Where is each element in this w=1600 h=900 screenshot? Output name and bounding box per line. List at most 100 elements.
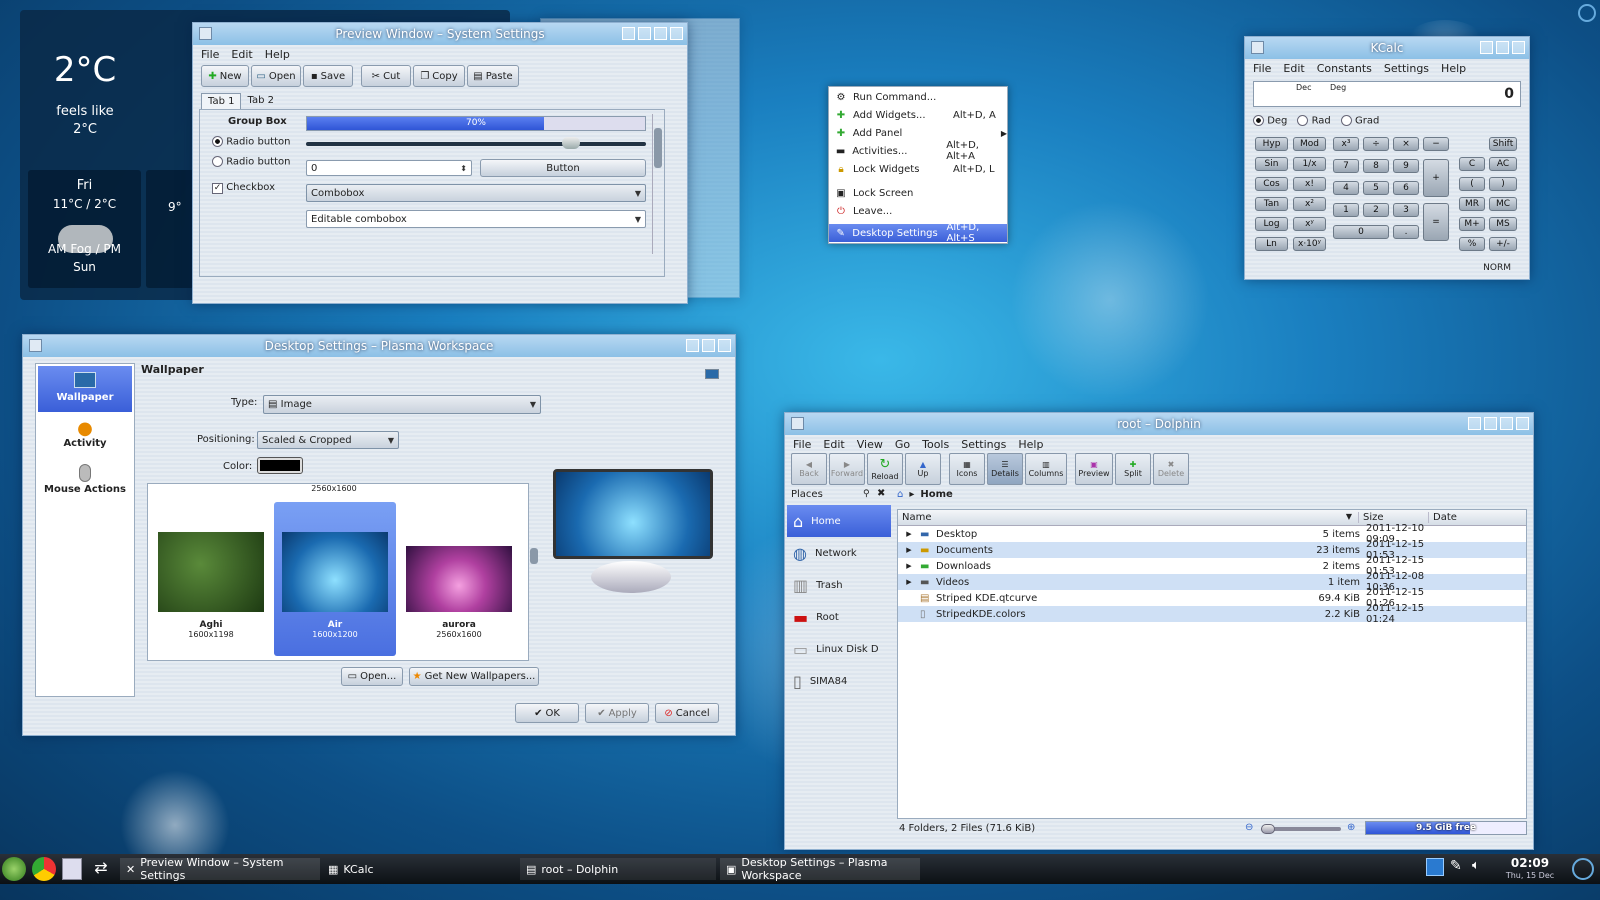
close-button[interactable] (718, 339, 731, 352)
key-mc[interactable]: MC (1489, 197, 1517, 211)
combobox[interactable]: Combobox ▼ (306, 184, 646, 202)
place-linux-disk[interactable]: ▭ Linux Disk D (787, 633, 891, 665)
date-column-header[interactable]: Date (1428, 512, 1524, 523)
menu-help[interactable]: Help (1018, 438, 1043, 451)
radio-deg[interactable]: Deg (1253, 115, 1287, 127)
title-bar[interactable]: Desktop Settings – Plasma Workspace (23, 335, 735, 357)
size-column-header[interactable]: Size (1358, 512, 1428, 523)
key-clear[interactable]: C (1459, 157, 1485, 171)
expand-arrow-icon[interactable]: ▶ (898, 546, 920, 554)
maximize-button[interactable] (654, 27, 667, 40)
sidebar-item-mouse-actions[interactable]: Mouse Actions (36, 460, 134, 506)
key-hyp[interactable]: Hyp (1255, 137, 1288, 151)
kcalc-window[interactable]: KCalc File Edit Constants Settings Help … (1244, 36, 1530, 280)
network-manager-icon[interactable]: ⇄ (90, 858, 112, 880)
preview-button[interactable]: ▣ Preview (1075, 453, 1113, 485)
up-button[interactable]: ▲ Up (905, 453, 941, 485)
delete-button[interactable]: ✖ Delete (1153, 453, 1189, 485)
menu-activities[interactable]: ▬ Activities... Alt+D, Alt+A (829, 140, 1007, 162)
key-divide[interactable]: ÷ (1363, 137, 1389, 151)
spin-arrows-icon[interactable]: ⬍ (460, 164, 467, 173)
task-preview-window[interactable]: ✕ Preview Window – System Settings (120, 856, 320, 882)
menu-help[interactable]: Help (1441, 62, 1466, 75)
key-3[interactable]: 3 (1393, 203, 1419, 217)
key-square[interactable]: x² (1293, 197, 1326, 211)
zoom-in-icon[interactable]: ⊕ (1347, 822, 1355, 833)
chrome-icon[interactable] (32, 857, 56, 881)
forward-button[interactable]: ▶ Forward (829, 453, 865, 485)
clipboard-tray-icon[interactable] (1426, 858, 1444, 876)
radio-button-1[interactable]: Radio button (212, 136, 290, 148)
volume-icon[interactable]: 🔈︎ (1472, 858, 1480, 873)
task-dolphin[interactable]: ▤ root – Dolphin (520, 858, 716, 880)
chevron-down-icon[interactable]: ▼ (635, 215, 641, 224)
tab-2[interactable]: Tab 2 (241, 93, 279, 109)
key-power[interactable]: xʸ (1293, 217, 1326, 231)
preview-window[interactable]: Preview Window – System Settings File Ed… (192, 22, 688, 304)
key-sin[interactable]: Sin (1255, 157, 1288, 171)
key-mr[interactable]: MR (1459, 197, 1485, 211)
title-bar[interactable]: KCalc (1245, 37, 1529, 59)
help-button[interactable] (622, 27, 635, 40)
key-2[interactable]: 2 (1363, 203, 1389, 217)
key-0[interactable]: 0 (1333, 225, 1389, 239)
get-new-wallpapers-button[interactable]: ★ Get New Wallpapers... (409, 667, 539, 686)
key-7[interactable]: 7 (1333, 159, 1359, 173)
wallpaper-thumb-aurora[interactable]: aurora 2560x1600 (398, 502, 520, 656)
file-row-colors[interactable]: ▯ StripedKDE.colors 2.2 KiB 2011-12-15 01:2… (898, 603, 1526, 625)
apply-button[interactable]: ✔ Apply (585, 703, 649, 723)
place-root[interactable]: ▬ Root (787, 601, 891, 633)
slider-handle[interactable] (562, 137, 581, 149)
menu-leave[interactable]: ⏻ Leave... (829, 202, 1007, 220)
key-minus[interactable]: − (1423, 137, 1449, 151)
menu-file[interactable]: File (1253, 62, 1271, 75)
help-button[interactable] (1468, 417, 1481, 430)
key-1[interactable]: 1 (1333, 203, 1359, 217)
title-bar[interactable]: root – Dolphin (785, 413, 1533, 435)
place-sima84[interactable]: ▯ SIMA84 (787, 665, 891, 697)
scrollbar-thumb[interactable] (530, 548, 538, 564)
positioning-combobox[interactable]: Scaled & Cropped ▼ (257, 431, 399, 449)
minimize-button[interactable] (686, 339, 699, 352)
expand-arrow-icon[interactable]: ▶ (898, 530, 920, 538)
key-ln[interactable]: Ln (1255, 237, 1288, 251)
menu-edit[interactable]: Edit (1283, 62, 1304, 75)
key-multiply[interactable]: × (1393, 137, 1419, 151)
clock-time[interactable]: 02:09 (1500, 856, 1560, 870)
zoom-slider[interactable] (1261, 824, 1341, 834)
menu-lock-widgets[interactable]: 🔒︎ Lock Widgets Alt+D, L (829, 160, 1007, 178)
minimize-button[interactable] (638, 27, 651, 40)
expand-arrow-icon[interactable]: ▶ (898, 562, 920, 570)
color-button[interactable] (257, 457, 303, 474)
radio-grad[interactable]: Grad (1340, 115, 1379, 127)
close-panel-icon[interactable]: ✖ (877, 488, 885, 499)
key-mod[interactable]: Mod (1293, 137, 1326, 151)
breadcrumb[interactable]: ⌂ ▸ Home (897, 489, 953, 500)
menu-edit[interactable]: Edit (823, 438, 844, 451)
key-plus-minus[interactable]: +/- (1489, 237, 1517, 251)
new-button[interactable]: ✚ New (201, 65, 249, 87)
key-4[interactable]: 4 (1333, 181, 1359, 195)
checkbox[interactable]: ✓ Checkbox (212, 182, 275, 194)
sidebar-item-wallpaper[interactable]: Wallpaper (38, 366, 132, 412)
paste-button[interactable]: ▤ Paste (467, 65, 519, 87)
key-log[interactable]: Log (1255, 217, 1288, 231)
close-button[interactable] (1512, 41, 1525, 54)
desktop-settings-window[interactable]: Desktop Settings – Plasma Workspace Wall… (22, 334, 736, 736)
tab-1[interactable]: Tab 1 (201, 93, 242, 109)
sidebar-item-activity[interactable]: ● Activity (36, 414, 134, 460)
key-cos[interactable]: Cos (1255, 177, 1288, 191)
dolphin-window[interactable]: root – Dolphin File Edit View Go Tools S… (784, 412, 1534, 850)
menu-go[interactable]: Go (895, 438, 910, 451)
key-5[interactable]: 5 (1363, 181, 1389, 195)
name-column-header[interactable]: Name ▼ (898, 512, 1358, 523)
spin-box[interactable]: 0 ⬍ (306, 160, 472, 176)
task-kcalc[interactable]: ▦ KCalc (322, 858, 516, 880)
key-exp[interactable]: x·10ʸ (1293, 237, 1326, 251)
menu-help[interactable]: Help (265, 48, 290, 61)
key-decimal[interactable]: . (1393, 225, 1419, 239)
opensuse-launcher-icon[interactable] (2, 857, 26, 881)
key-all-clear[interactable]: AC (1489, 157, 1517, 171)
key-percent[interactable]: % (1459, 237, 1485, 251)
key-plus[interactable]: + (1423, 159, 1449, 197)
